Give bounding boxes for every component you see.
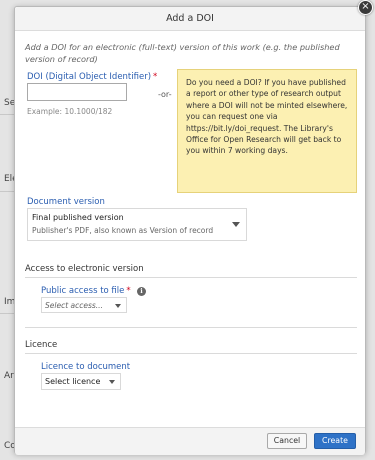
chevron-down-icon [115, 304, 121, 308]
dialog-intro-text: Add a DOI for an electronic (full-text) … [25, 42, 340, 64]
licence-select[interactable]: Select licence [41, 373, 121, 390]
doi-request-note: Do you need a DOI? If you have published… [177, 69, 357, 193]
licence-to-document-label: Licence to document [41, 362, 131, 372]
chevron-down-icon [232, 222, 240, 227]
document-version-value: Final published version [32, 213, 124, 222]
background-divider [0, 114, 14, 115]
create-button[interactable]: Create [314, 433, 356, 449]
document-version-select[interactable]: Final published version Publisher's PDF,… [27, 208, 247, 241]
section-divider [25, 353, 357, 354]
doi-label-text: DOI (Digital Object Identifier) [27, 72, 152, 82]
public-access-select[interactable]: Select access... [41, 297, 127, 313]
section-divider [25, 277, 357, 278]
licence-select-value: Select licence [45, 377, 101, 386]
or-separator: -or- [158, 90, 172, 99]
background-divider [0, 313, 14, 314]
cancel-button[interactable]: Cancel [267, 433, 307, 449]
required-marker: * [126, 286, 131, 296]
section-divider [25, 327, 357, 328]
public-access-label-text: Public access to file [41, 286, 125, 296]
doi-input[interactable] [27, 83, 127, 101]
close-icon[interactable]: × [358, 0, 373, 15]
access-section-heading: Access to electronic version [25, 264, 144, 274]
add-doi-dialog: Add a DOI Add a DOI for an electronic (f… [14, 6, 366, 455]
dialog-footer: Cancel Create [15, 427, 365, 455]
document-version-description: Publisher's PDF, also known as Version o… [32, 226, 214, 235]
doi-example-text: Example: 10.1000/182 [27, 107, 113, 116]
public-access-label: Public access to file * [41, 286, 131, 296]
background-divider [0, 191, 14, 192]
chevron-down-icon [109, 380, 115, 384]
public-access-placeholder: Select access... [45, 301, 103, 310]
licence-section-heading: Licence [25, 340, 58, 350]
document-version-label: Document version [27, 197, 105, 207]
dialog-title: Add a DOI [15, 7, 365, 31]
required-marker: * [153, 72, 158, 82]
doi-field-label: DOI (Digital Object Identifier) * [27, 72, 157, 82]
info-icon[interactable]: i [137, 287, 146, 296]
